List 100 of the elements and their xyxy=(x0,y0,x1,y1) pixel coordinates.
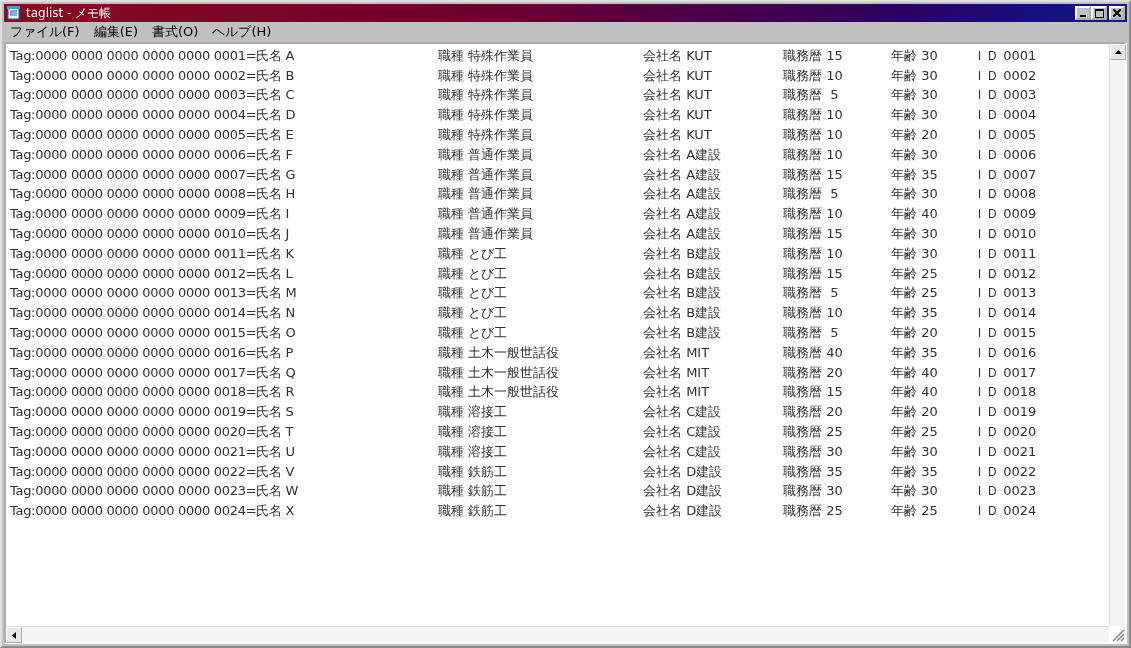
job-text: 職種 普通作業員 xyxy=(438,145,535,164)
id-text: ＩＤ 0006 xyxy=(973,145,1037,164)
age-text: 年齢 20 xyxy=(891,403,939,422)
career-text: 職務暦 35 xyxy=(783,462,844,481)
tag-text: Tag:0000 0000 0000 0000 0000 0013=氏名 M xyxy=(10,284,298,303)
tag-text: Tag:0000 0000 0000 0000 0000 0023=氏名 W xyxy=(10,482,300,501)
tag-text: Tag:0000 0000 0000 0000 0000 0019=氏名 S xyxy=(10,403,295,422)
age-text: 年齢 30 xyxy=(891,86,939,105)
age-text: 年齢 40 xyxy=(891,363,939,382)
career-text: 職務暦 15 xyxy=(783,165,844,184)
company-text: 会社名 B建設 xyxy=(643,264,723,283)
job-text: 職種 土木一般世話役 xyxy=(438,343,561,362)
scroll-left-button[interactable] xyxy=(6,627,22,643)
tag-text: Tag:0000 0000 0000 0000 0000 0024=氏名 X xyxy=(10,502,296,521)
career-text: 職務暦 10 xyxy=(783,145,844,164)
tag-text: Tag:0000 0000 0000 0000 0000 0007=氏名 G xyxy=(10,165,297,184)
age-text: 年齢 40 xyxy=(891,205,939,224)
id-text: ＩＤ 0010 xyxy=(973,225,1037,244)
job-text: 職種 普通作業員 xyxy=(438,225,535,244)
up-arrow-icon xyxy=(1114,50,1122,54)
age-text: 年齢 25 xyxy=(891,502,939,521)
tag-text: Tag:0000 0000 0000 0000 0000 0011=氏名 K xyxy=(10,244,295,263)
tag-text: Tag:0000 0000 0000 0000 0000 0022=氏名 V xyxy=(10,462,296,481)
age-text: 年齢 30 xyxy=(891,46,939,65)
age-text: 年齢 30 xyxy=(891,225,939,244)
company-text: 会社名 A建設 xyxy=(643,145,723,164)
age-text: 年齢 35 xyxy=(891,462,939,481)
maximize-icon xyxy=(1094,8,1104,18)
age-text: 年齢 25 xyxy=(891,264,939,283)
tag-text: Tag:0000 0000 0000 0000 0000 0002=氏名 B xyxy=(10,66,296,85)
id-text: ＩＤ 0011 xyxy=(973,244,1037,263)
job-text: 職種 鉄筋工 xyxy=(438,502,509,521)
id-text: ＩＤ 0005 xyxy=(973,126,1037,145)
career-text: 職務暦 5 xyxy=(783,324,840,343)
age-text: 年齢 40 xyxy=(891,383,939,402)
id-text: ＩＤ 0014 xyxy=(973,304,1037,323)
id-text: ＩＤ 0021 xyxy=(973,442,1037,461)
size-grip-icon[interactable] xyxy=(1111,628,1125,642)
tag-text: Tag:0000 0000 0000 0000 0000 0006=氏名 F xyxy=(10,145,294,164)
company-text: 会社名 D建設 xyxy=(643,462,724,481)
maximize-button[interactable] xyxy=(1091,6,1107,20)
career-text: 職務暦 5 xyxy=(783,185,840,204)
id-text: ＩＤ 0008 xyxy=(973,185,1037,204)
company-text: 会社名 KUT xyxy=(643,86,713,105)
tag-text: Tag:0000 0000 0000 0000 0000 0005=氏名 E xyxy=(10,126,295,145)
company-text: 会社名 A建設 xyxy=(643,165,723,184)
scroll-up-button[interactable] xyxy=(1110,44,1126,60)
age-text: 年齢 20 xyxy=(891,126,939,145)
job-text: 職種 とび工 xyxy=(438,324,509,343)
horizontal-scrollbar[interactable] xyxy=(6,626,1109,642)
job-text: 職種 溶接工 xyxy=(438,403,509,422)
vertical-scrollbar[interactable] xyxy=(1109,44,1125,626)
tag-text: Tag:0000 0000 0000 0000 0000 0008=氏名 H xyxy=(10,185,296,204)
company-text: 会社名 KUT xyxy=(643,66,713,85)
age-text: 年齢 35 xyxy=(891,343,939,362)
id-text: ＩＤ 0016 xyxy=(973,343,1037,362)
career-text: 職務暦 15 xyxy=(783,264,844,283)
close-button[interactable] xyxy=(1109,6,1125,20)
job-text: 職種 土木一般世話役 xyxy=(438,363,561,382)
menu-item[interactable]: 編集(E) xyxy=(93,23,138,41)
tag-text: Tag:0000 0000 0000 0000 0000 0004=氏名 D xyxy=(10,106,297,125)
age-text: 年齢 30 xyxy=(891,185,939,204)
id-text: ＩＤ 0018 xyxy=(973,383,1037,402)
minimize-button[interactable] xyxy=(1075,6,1091,20)
age-text: 年齢 30 xyxy=(891,66,939,85)
tag-text: Tag:0000 0000 0000 0000 0000 0010=氏名 J xyxy=(10,225,290,244)
career-text: 職務暦 10 xyxy=(783,126,844,145)
career-text: 職務暦 30 xyxy=(783,442,844,461)
tag-text: Tag:0000 0000 0000 0000 0000 0003=氏名 C xyxy=(10,86,296,105)
job-text: 職種 溶接工 xyxy=(438,423,509,442)
career-text: 職務暦 30 xyxy=(783,482,844,501)
career-text: 職務暦 15 xyxy=(783,46,844,65)
career-text: 職務暦 10 xyxy=(783,66,844,85)
menu-item[interactable]: 書式(O) xyxy=(152,23,199,41)
career-text: 職務暦 25 xyxy=(783,423,844,442)
company-text: 会社名 D建設 xyxy=(643,502,724,521)
company-text: 会社名 D建設 xyxy=(643,482,724,501)
job-text: 職種 溶接工 xyxy=(438,442,509,461)
career-text: 職務暦 5 xyxy=(783,86,840,105)
career-text: 職務暦 10 xyxy=(783,304,844,323)
menu-item[interactable]: ファイル(F) xyxy=(10,23,80,41)
id-text: ＩＤ 0003 xyxy=(973,86,1037,105)
career-text: 職務暦 10 xyxy=(783,205,844,224)
company-text: 会社名 A建設 xyxy=(643,185,723,204)
age-text: 年齢 35 xyxy=(891,165,939,184)
company-text: 会社名 MIT xyxy=(643,363,711,382)
job-text: 職種 とび工 xyxy=(438,264,509,283)
notepad-icon xyxy=(6,5,22,21)
id-text: ＩＤ 0001 xyxy=(973,46,1037,65)
job-text: 職種 特殊作業員 xyxy=(438,46,535,65)
job-text: 職種 特殊作業員 xyxy=(438,106,535,125)
menu-item[interactable]: ヘルプ(H) xyxy=(212,23,272,41)
tag-text: Tag:0000 0000 0000 0000 0000 0015=氏名 O xyxy=(10,324,297,343)
id-text: ＩＤ 0017 xyxy=(973,363,1037,382)
job-text: 職種 特殊作業員 xyxy=(438,66,535,85)
company-text: 会社名 A建設 xyxy=(643,225,723,244)
job-text: 職種 土木一般世話役 xyxy=(438,383,561,402)
id-text: ＩＤ 0009 xyxy=(973,205,1037,224)
career-text: 職務暦 20 xyxy=(783,363,844,382)
id-text: ＩＤ 0022 xyxy=(973,462,1037,481)
